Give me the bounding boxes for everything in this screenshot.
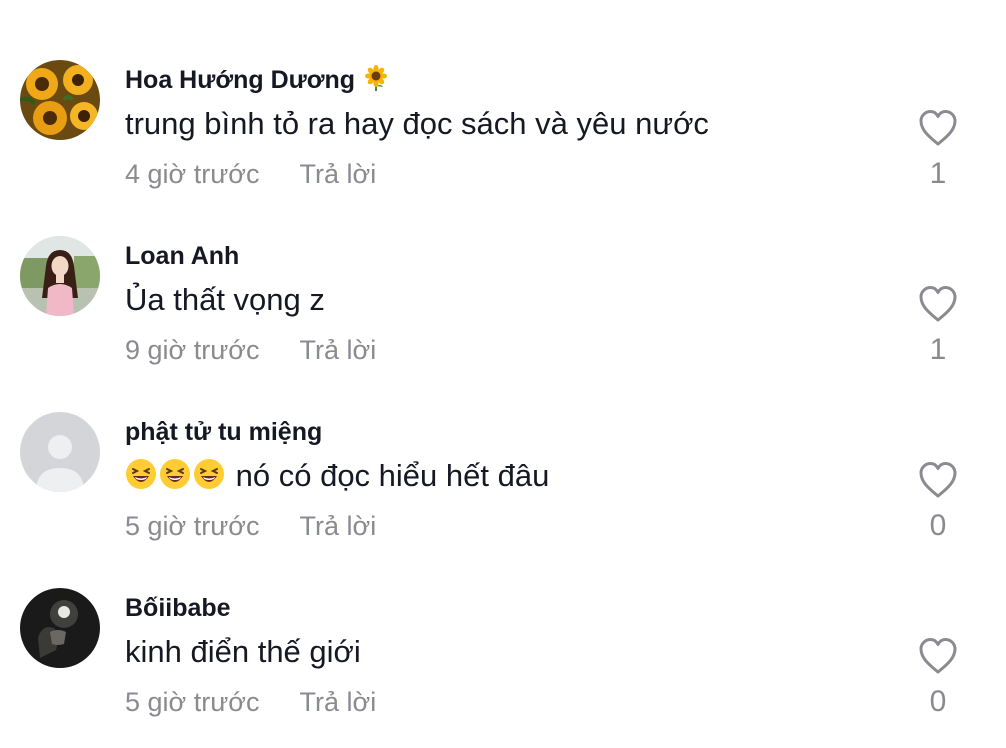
comment-item: phật tử tu miệng nó có đọc hiểu hết đâu … — [0, 412, 1006, 552]
comment-list: Hoa Hướng Dương trung bình tỏ ra hay đọc… — [0, 0, 1006, 748]
comment-text: trung bình tỏ ra hay đọc sách và yêu nướ… — [125, 106, 709, 141]
username[interactable]: Loan Anh — [125, 240, 239, 272]
heart-icon — [919, 110, 957, 146]
comment-text: Ủa thất vọng z — [125, 282, 325, 317]
reply-button[interactable]: Trả lời — [300, 687, 377, 717]
laughing-emoji-icon — [159, 458, 191, 500]
heart-icon — [919, 462, 957, 498]
like-count: 1 — [929, 333, 947, 366]
username[interactable]: Hoa Hướng Dương — [125, 64, 389, 99]
comment-meta: 5 giờ trước Trả lời — [125, 684, 376, 720]
comment-item: Hoa Hướng Dương trung bình tỏ ra hay đọc… — [0, 60, 1006, 200]
timestamp: 9 giờ trước — [125, 335, 260, 365]
heart-icon — [919, 638, 957, 674]
avatar[interactable] — [20, 236, 100, 316]
username-text[interactable]: Hoa Hướng Dương — [125, 66, 355, 94]
sunflower-emoji-icon — [363, 65, 389, 99]
comment-item: Bốiibabe kinh điển thế giới 5 giờ trước T… — [0, 588, 1006, 728]
timestamp: 5 giờ trước — [125, 687, 260, 717]
like-button[interactable] — [917, 460, 959, 500]
timestamp: 4 giờ trước — [125, 159, 260, 189]
like-count: 0 — [929, 509, 947, 542]
timestamp: 5 giờ trước — [125, 511, 260, 541]
reply-button[interactable]: Trả lời — [300, 335, 377, 365]
reply-button[interactable]: Trả lời — [300, 511, 377, 541]
avatar[interactable] — [20, 60, 100, 140]
laughing-emoji-icon — [193, 458, 225, 500]
username[interactable]: Bốiibabe — [125, 592, 231, 624]
heart-icon — [919, 286, 957, 322]
avatar[interactable] — [20, 588, 100, 668]
default-user-avatar-icon — [20, 412, 100, 492]
like-button[interactable] — [917, 284, 959, 324]
like-count: 1 — [929, 157, 947, 190]
dark-selfie-avatar-image — [20, 588, 100, 668]
laughing-emoji-icon — [125, 458, 157, 500]
comment-meta: 9 giờ trước Trả lời — [125, 332, 376, 368]
comment-text-content: nó có đọc hiểu hết đâu — [235, 458, 550, 493]
sunflower-avatar-image — [20, 60, 100, 140]
like-button[interactable] — [917, 108, 959, 148]
username-text[interactable]: Loan Anh — [125, 242, 239, 270]
comment-text: nó có đọc hiểu hết đâu — [125, 456, 549, 500]
username[interactable]: phật tử tu miệng — [125, 416, 322, 448]
girl-portrait-avatar-image — [20, 236, 100, 316]
comment-meta: 5 giờ trước Trả lời — [125, 508, 376, 544]
username-text[interactable]: Bốiibabe — [125, 594, 231, 622]
comment-item: Loan Anh Ủa thất vọng z 9 giờ trước Trả l… — [0, 236, 1006, 376]
comment-text: kinh điển thế giới — [125, 634, 361, 669]
reply-button[interactable]: Trả lời — [300, 159, 377, 189]
like-count: 0 — [929, 685, 947, 718]
comment-meta: 4 giờ trước Trả lời — [125, 156, 376, 192]
avatar[interactable] — [20, 412, 100, 492]
username-text[interactable]: phật tử tu miệng — [125, 418, 322, 446]
like-button[interactable] — [917, 636, 959, 676]
